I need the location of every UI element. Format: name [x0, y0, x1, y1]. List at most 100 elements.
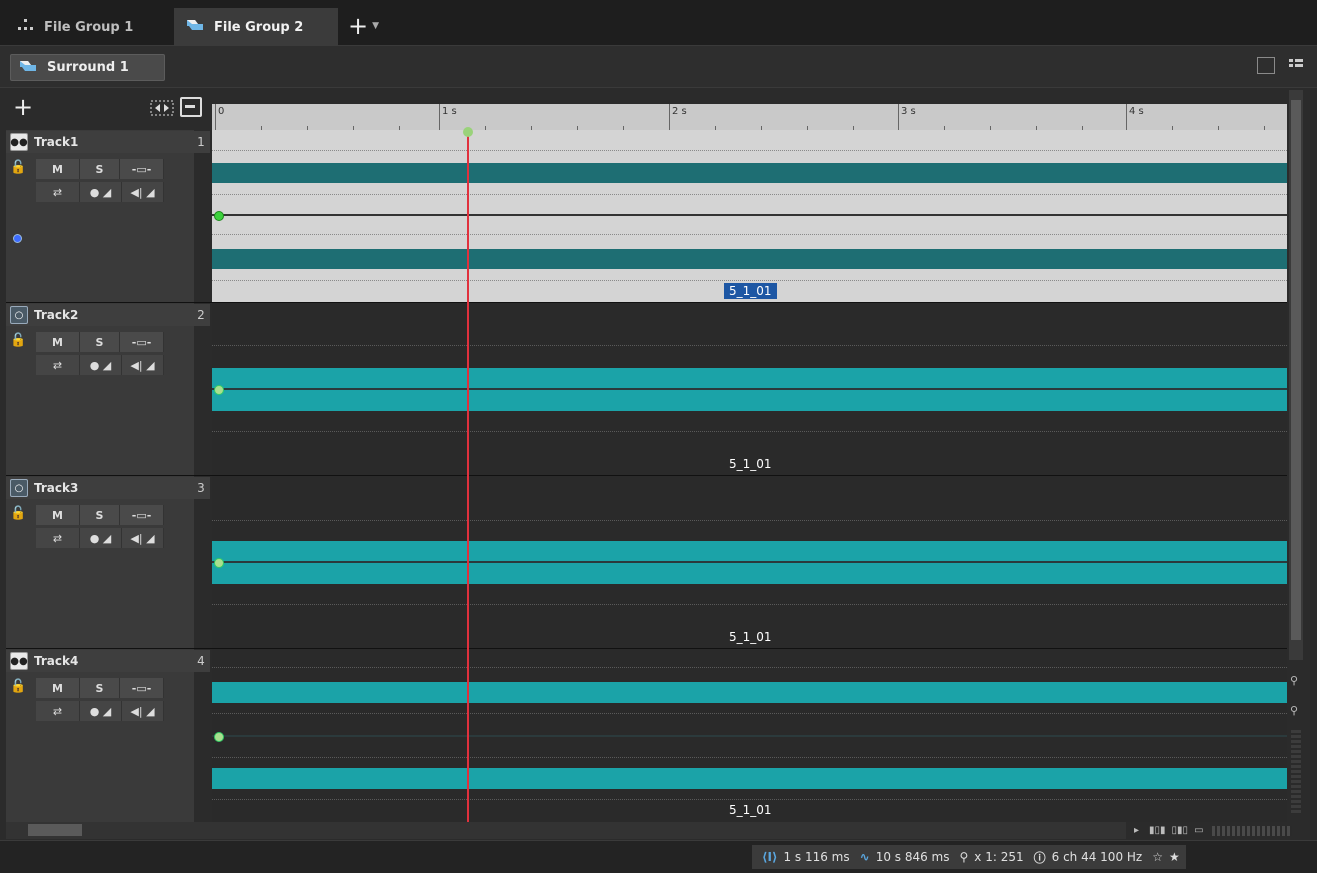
track-lane-4[interactable]: 5_1_01 [212, 649, 1287, 822]
track-lane-2[interactable]: 5_1_01 [212, 303, 1287, 475]
zoom-fit-icon[interactable]: ▯▮▯ [1172, 825, 1189, 836]
list-view-icon[interactable] [1289, 57, 1305, 74]
ruler-label: 3 s [901, 106, 916, 117]
clip-name[interactable]: 5_1_01 [724, 802, 777, 818]
track-name-4[interactable]: ●● Track4 [6, 650, 194, 672]
zoom-waveform-icon[interactable]: ▮▯▮ [1149, 825, 1166, 836]
shuffle-icon[interactable]: ⇄ [36, 355, 80, 375]
waveform-channel [212, 249, 1287, 269]
zoom-out-icon[interactable]: ⚲ [1290, 704, 1298, 717]
vertical-zoom-control[interactable]: ⚲ ⚲ [1289, 660, 1303, 820]
route-button[interactable]: -▭- [120, 159, 164, 179]
envelope-point[interactable] [214, 732, 224, 742]
horizontal-zoom-slider[interactable] [1211, 825, 1292, 836]
route-button[interactable]: -▭- [120, 678, 164, 698]
zoom-full-icon[interactable]: ▭ [1194, 825, 1203, 836]
plus-icon: + [348, 12, 369, 40]
add-tab-button[interactable]: + ▼ [348, 10, 396, 42]
waveform-length-icon[interactable]: ∿ [860, 850, 870, 864]
lock-icon[interactable]: 🔓 [10, 506, 28, 524]
waveform-channel [212, 682, 1287, 703]
tab-file-group-2[interactable]: File Group 2 [174, 8, 338, 46]
shuffle-icon[interactable]: ⇄ [36, 701, 80, 721]
track-name-1[interactable]: ●● Track1 [6, 131, 194, 153]
favorite-star-icon[interactable]: ★ [1169, 850, 1180, 864]
horizontal-scroll-thumb[interactable] [28, 824, 82, 836]
track-controls-row: ⇄ ● ◢ ◀| ◢ [36, 528, 164, 548]
vertical-zoom-slider[interactable] [1291, 730, 1301, 814]
collapse-tracks-icon[interactable] [180, 97, 202, 117]
speaker-icon[interactable]: ◀| ◢ [121, 182, 164, 202]
audio-format-value[interactable]: 6 ch 44 100 Hz [1052, 850, 1143, 864]
ruler-label: 4 s [1129, 106, 1144, 117]
track-gutter [194, 671, 212, 822]
fit-tracks-icon[interactable] [150, 98, 174, 118]
clip-name[interactable]: 5_1_01 [724, 456, 777, 472]
view-toggle-button[interactable] [1257, 57, 1275, 74]
grid-icon [18, 19, 34, 35]
add-track-button[interactable]: + [8, 93, 38, 123]
track-controls-row: ⇄ ● ◢ ◀| ◢ [36, 182, 164, 202]
mute-button[interactable]: M [36, 332, 80, 352]
track-header-4 [6, 649, 194, 822]
speaker-icon[interactable]: ◀| ◢ [121, 528, 164, 548]
play-small-icon[interactable]: ▸ [1134, 825, 1139, 836]
route-button[interactable]: -▭- [120, 332, 164, 352]
solo-button[interactable]: S [79, 678, 121, 698]
horizontal-scrollbar[interactable] [6, 822, 1126, 839]
zoom-value[interactable]: x 1: 251 [974, 850, 1023, 864]
length-value[interactable]: 10 s 846 ms [876, 850, 950, 864]
tab-file-group-1[interactable]: File Group 1 [6, 8, 172, 46]
horizontal-zoom-control[interactable]: ▸ ▮▯▮ ▯▮▯ ▭ [1126, 822, 1303, 839]
envelope-point[interactable] [214, 211, 224, 221]
lock-icon[interactable]: 🔓 [10, 679, 28, 697]
stereo-toggle-icon[interactable]: ●● [10, 652, 28, 670]
zoom-icon[interactable]: ⚲ [960, 850, 969, 864]
shuffle-icon[interactable]: ⇄ [36, 528, 80, 548]
playhead-cursor[interactable] [467, 132, 469, 822]
waveform-channel [212, 768, 1287, 789]
track-name-3[interactable]: ○ Track3 [6, 477, 194, 499]
mute-button[interactable]: M [36, 159, 80, 179]
chevron-down-icon: ▼ [372, 21, 380, 31]
group-toolbar [0, 46, 1317, 88]
cursor-position-value[interactable]: 1 s 116 ms [783, 850, 849, 864]
vertical-scroll-thumb[interactable] [1291, 100, 1301, 640]
track-label: Track2 [34, 308, 79, 322]
track-lane-1[interactable]: 5_1_01 [212, 130, 1287, 302]
stereo-toggle-icon[interactable]: ●● [10, 133, 28, 151]
info-icon[interactable]: ⓘ [1034, 849, 1046, 866]
solo-button[interactable]: S [79, 332, 121, 352]
solo-button[interactable]: S [79, 505, 121, 525]
record-icon[interactable]: ● ◢ [79, 182, 122, 202]
mono-toggle-icon[interactable]: ○ [10, 479, 28, 497]
mute-button[interactable]: M [36, 678, 80, 698]
track-lane-3[interactable]: 5_1_01 [212, 476, 1287, 648]
clip-name[interactable]: 5_1_01 [724, 283, 777, 299]
speaker-icon[interactable]: ◀| ◢ [121, 701, 164, 721]
ruler-label: 2 s [672, 106, 687, 117]
lock-icon[interactable]: 🔓 [10, 160, 28, 178]
clip-name[interactable]: 5_1_01 [724, 629, 777, 645]
route-button[interactable]: -▭- [120, 505, 164, 525]
envelope-point[interactable] [214, 558, 224, 568]
playhead-handle[interactable] [463, 127, 473, 137]
zoom-in-icon[interactable]: ⚲ [1290, 674, 1298, 687]
mono-toggle-icon[interactable]: ○ [10, 306, 28, 324]
record-icon[interactable]: ● ◢ [79, 355, 122, 375]
track-name-2[interactable]: ○ Track2 [6, 304, 194, 326]
waveform-channel [212, 163, 1287, 183]
add-favorite-icon[interactable]: ☆ [1152, 850, 1163, 864]
cursor-position-icon[interactable]: ⟨I⟩ [762, 850, 777, 864]
solo-button[interactable]: S [79, 159, 121, 179]
record-icon[interactable]: ● ◢ [79, 701, 122, 721]
time-ruler[interactable]: 0 1 s 2 s 3 s 4 s [212, 104, 1287, 130]
envelope-point[interactable] [214, 385, 224, 395]
mute-button[interactable]: M [36, 505, 80, 525]
record-icon[interactable]: ● ◢ [79, 528, 122, 548]
lock-icon[interactable]: 🔓 [10, 333, 28, 351]
shuffle-icon[interactable]: ⇄ [36, 182, 80, 202]
track-buttons-row: M S -▭- [36, 332, 164, 352]
surround-group-button[interactable]: Surround 1 [10, 54, 165, 81]
speaker-icon[interactable]: ◀| ◢ [121, 355, 164, 375]
